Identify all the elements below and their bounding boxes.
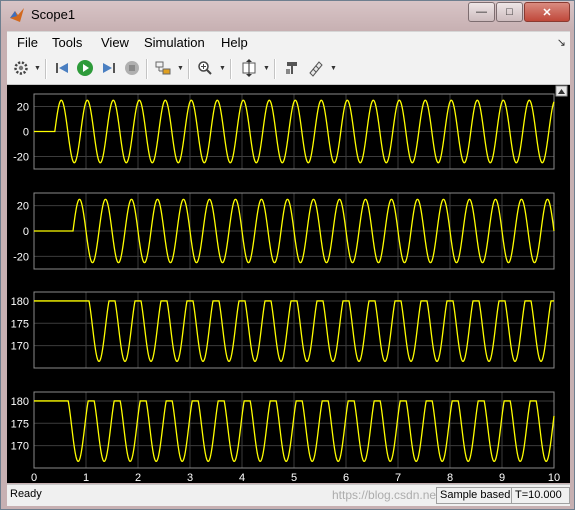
menu-help[interactable]: Help	[221, 35, 248, 50]
x-tick-label: 3	[187, 472, 193, 483]
y-tick-label: 20	[17, 102, 29, 114]
cursor-measure-icon[interactable]	[306, 58, 326, 78]
scope-plots[interactable]: 20 0 -20 20 0 -20 180 175 170 180 175 170 0 1 2 3 4 5 6 7 8 9…	[7, 85, 570, 484]
x-tick-label: 5	[291, 472, 297, 483]
autoscale-icon[interactable]	[239, 58, 259, 78]
separator	[45, 59, 47, 79]
close-icon: ✕	[542, 6, 552, 19]
gear-icon[interactable]	[11, 58, 31, 78]
x-tick-label: 10	[548, 472, 560, 483]
y-tick-label: 175	[11, 418, 29, 430]
signal-select-icon[interactable]	[153, 58, 173, 78]
status-text: Ready	[10, 488, 42, 500]
minimize-button[interactable]: —	[468, 2, 495, 22]
separator	[230, 59, 232, 79]
minimize-icon: —	[476, 6, 487, 18]
y-tick-label: 175	[11, 318, 29, 330]
y-tick-label: -20	[13, 152, 29, 164]
menu-simulation[interactable]: Simulation	[144, 35, 205, 50]
menu-view[interactable]: View	[101, 35, 129, 50]
y-tick-label: 20	[17, 201, 29, 213]
close-button[interactable]: ✕	[524, 2, 570, 22]
menu-tools[interactable]: Tools	[52, 35, 82, 50]
matlab-icon	[10, 8, 24, 22]
zoom-icon[interactable]	[195, 58, 215, 78]
y-tick-label: 170	[11, 341, 29, 353]
x-tick-label: 1	[83, 472, 89, 483]
sample-mode-indicator: Sample based	[436, 487, 515, 504]
y-tick-label: 170	[11, 441, 29, 453]
status-bar: Ready https://blog.csdn.net/... Sample b…	[7, 484, 570, 506]
step-forward-icon[interactable]	[99, 58, 119, 78]
dock-icon[interactable]: ↘	[557, 36, 566, 49]
maximize-button[interactable]: □	[496, 2, 523, 22]
autoscale-dropdown-icon[interactable]: ▼	[263, 65, 270, 72]
y-tick-label: 180	[11, 296, 29, 308]
signal-dropdown-icon[interactable]: ▼	[177, 65, 184, 72]
measure-dropdown-icon[interactable]: ▼	[330, 65, 337, 72]
x-tick-label: 2	[135, 472, 141, 483]
separator	[274, 59, 276, 79]
zoom-dropdown-icon[interactable]: ▼	[219, 65, 226, 72]
x-tick-label: 4	[239, 472, 245, 483]
x-tick-label: 8	[447, 472, 453, 483]
highlight-block-icon[interactable]	[282, 58, 302, 78]
x-tick-label: 6	[343, 472, 349, 483]
y-tick-label: 180	[11, 396, 29, 408]
scope-window: Scope1 — □ ✕ File Tools View Simulation …	[0, 0, 575, 510]
run-icon[interactable]	[75, 58, 95, 78]
x-tick-label: 7	[395, 472, 401, 483]
plot-area[interactable]: 20 0 -20 20 0 -20 180 175 170 180 175 170 0 1 2 3 4 5 6 7 8 9…	[7, 85, 570, 484]
toolbar: ▼ ▼ ▼ ▼ ▼	[7, 54, 570, 85]
settings-dropdown-icon[interactable]: ▼	[34, 65, 41, 72]
menu-file[interactable]: File	[17, 35, 38, 50]
x-tick-label: 0	[31, 472, 37, 483]
title-bar[interactable]: Scope1 — □ ✕	[1, 1, 574, 29]
sim-time-indicator: T=10.000	[511, 487, 570, 504]
y-tick-label: 0	[23, 226, 29, 238]
separator	[146, 59, 148, 79]
x-tick-label: 9	[499, 472, 505, 483]
window-title: Scope1	[31, 7, 76, 22]
separator	[188, 59, 190, 79]
y-tick-label: 0	[23, 127, 29, 139]
maximize-icon: □	[506, 6, 513, 18]
watermark-text: https://blog.csdn.net/...	[332, 488, 453, 502]
menu-bar: File Tools View Simulation Help ↘	[7, 31, 570, 54]
y-tick-label: -20	[13, 251, 29, 263]
step-back-icon[interactable]	[52, 58, 72, 78]
stop-icon[interactable]	[122, 58, 142, 78]
